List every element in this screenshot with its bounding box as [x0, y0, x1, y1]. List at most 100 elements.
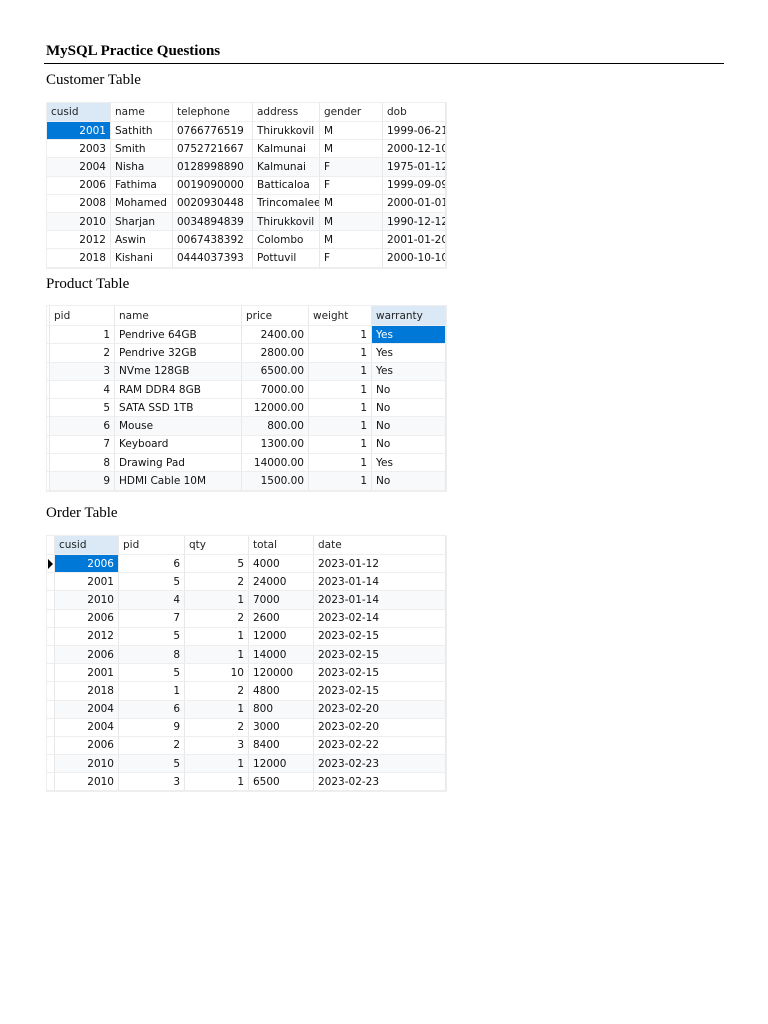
- cell-cusid[interactable]: 2010: [55, 755, 119, 773]
- cell-cusid[interactable]: 2012: [47, 231, 111, 249]
- table-row[interactable]: 2010 4 1 7000 2023-01-14: [47, 591, 446, 610]
- cell-dob[interactable]: 2000-10-10: [383, 249, 446, 267]
- cell-pid[interactable]: 8: [119, 645, 185, 664]
- cell-date[interactable]: 2023-02-15: [314, 682, 446, 700]
- cell-date[interactable]: 2023-02-22: [314, 736, 446, 755]
- table-row[interactable]: 2006 8 1 14000 2023-02-15: [47, 645, 446, 665]
- table-row[interactable]: 2001 Sathith 0766776519 Thirukkovil M 1999-06…: [47, 122, 446, 141]
- cell-gender[interactable]: F: [320, 249, 383, 267]
- column-header-name[interactable]: name: [111, 103, 173, 121]
- cell-weight[interactable]: 1: [309, 326, 372, 344]
- cell-name[interactable]: Pendrive 32GB: [115, 344, 242, 362]
- cell-address[interactable]: Kalmunai: [253, 158, 320, 176]
- cell-name[interactable]: Mouse: [115, 417, 242, 435]
- row-selector[interactable]: [47, 645, 55, 664]
- cell-pid[interactable]: 6: [119, 555, 185, 573]
- cell-pid[interactable]: 2: [50, 344, 115, 362]
- row-selector[interactable]: [47, 591, 55, 609]
- cell-dob[interactable]: 1990-12-12: [383, 212, 446, 231]
- cell-date[interactable]: 2023-02-15: [314, 627, 446, 645]
- row-selector[interactable]: [47, 380, 50, 399]
- cell-name[interactable]: Keyboard: [115, 435, 242, 454]
- cell-warranty[interactable]: Yes: [372, 344, 446, 362]
- cell-pid[interactable]: 4: [50, 380, 115, 399]
- cell-total[interactable]: 800: [249, 700, 314, 718]
- cell-pid[interactable]: 8: [50, 454, 115, 472]
- cell-qty[interactable]: 1: [185, 755, 249, 773]
- cell-name[interactable]: Kishani: [111, 249, 173, 267]
- row-selector[interactable]: [47, 609, 55, 627]
- cell-pid[interactable]: 5: [119, 627, 185, 645]
- table-row[interactable]: 2001 5 2 24000 2023-01-14: [47, 573, 446, 592]
- cell-dob[interactable]: 2000-12-10: [383, 140, 446, 158]
- cell-name[interactable]: Fathima: [111, 176, 173, 194]
- cell-telephone[interactable]: 0067438392: [173, 231, 253, 249]
- cell-pid[interactable]: 1: [119, 682, 185, 700]
- cell-address[interactable]: Batticaloa: [253, 176, 320, 194]
- cell-gender[interactable]: M: [320, 212, 383, 231]
- cell-cusid[interactable]: 2004: [47, 158, 111, 176]
- table-row[interactable]: 7 Keyboard 1300.00 1 No: [47, 435, 446, 455]
- cell-pid[interactable]: 7: [50, 435, 115, 454]
- cell-name[interactable]: SATA SSD 1TB: [115, 399, 242, 417]
- cell-total[interactable]: 14000: [249, 645, 314, 664]
- cell-telephone[interactable]: 0128998890: [173, 158, 253, 176]
- cell-address[interactable]: Kalmunai: [253, 140, 320, 158]
- cell-telephone[interactable]: 0019090000: [173, 176, 253, 194]
- column-header-price[interactable]: price: [242, 306, 309, 325]
- cell-warranty[interactable]: No: [372, 435, 446, 454]
- table-row[interactable]: 2012 5 1 12000 2023-02-15: [47, 627, 446, 646]
- cell-telephone[interactable]: 0752721667: [173, 140, 253, 158]
- cell-total[interactable]: 120000: [249, 664, 314, 682]
- cell-cusid[interactable]: 2001: [55, 664, 119, 682]
- table-row[interactable]: 2010 3 1 6500 2023-02-23: [47, 773, 446, 792]
- cell-price[interactable]: 14000.00: [242, 454, 309, 472]
- cell-dob[interactable]: 1975-01-12: [383, 158, 446, 176]
- column-header-total[interactable]: total: [249, 536, 314, 554]
- cell-weight[interactable]: 1: [309, 417, 372, 435]
- cell-weight[interactable]: 1: [309, 344, 372, 362]
- cell-pid[interactable]: 3: [119, 773, 185, 791]
- cell-pid[interactable]: 5: [119, 573, 185, 591]
- table-row[interactable]: 2008 Mohamed 0020930448 Trincomalee M 2000-01…: [47, 194, 446, 213]
- column-header-address[interactable]: address: [253, 103, 320, 121]
- cell-weight[interactable]: 1: [309, 472, 372, 490]
- cell-price[interactable]: 12000.00: [242, 399, 309, 417]
- cell-total[interactable]: 2600: [249, 609, 314, 627]
- row-selector[interactable]: [47, 362, 50, 380]
- cell-gender[interactable]: M: [320, 194, 383, 212]
- table-row[interactable]: 2006 2 3 8400 2023-02-22: [47, 736, 446, 756]
- cell-cusid[interactable]: 2006: [47, 176, 111, 194]
- cell-gender[interactable]: F: [320, 176, 383, 194]
- table-row[interactable]: 9 HDMI Cable 10M 1500.00 1 No: [47, 472, 446, 491]
- cell-warranty[interactable]: No: [372, 380, 446, 399]
- table-row[interactable]: 2018 Kishani 0444037393 Pottuvil F 2000-10-10: [47, 249, 446, 268]
- cell-dob[interactable]: 2001-01-20: [383, 231, 446, 249]
- row-selector[interactable]: [47, 700, 55, 718]
- cell-address[interactable]: Thirukkovil: [253, 212, 320, 231]
- cell-pid[interactable]: 4: [119, 591, 185, 609]
- cell-dob[interactable]: 1999-06-21: [383, 122, 446, 140]
- cell-name[interactable]: Mohamed: [111, 194, 173, 212]
- cell-price[interactable]: 7000.00: [242, 380, 309, 399]
- cell-pid[interactable]: 2: [119, 736, 185, 755]
- cell-pid[interactable]: 6: [119, 700, 185, 718]
- cell-qty[interactable]: 2: [185, 609, 249, 627]
- column-header-weight[interactable]: weight: [309, 306, 372, 325]
- cell-pid[interactable]: 3: [50, 362, 115, 380]
- table-row[interactable]: 2018 1 2 4800 2023-02-15: [47, 682, 446, 701]
- cell-dob[interactable]: 2000-01-01: [383, 194, 446, 212]
- row-selector[interactable]: [47, 736, 55, 755]
- cell-qty[interactable]: 1: [185, 591, 249, 609]
- row-selector[interactable]: [47, 664, 55, 682]
- cell-price[interactable]: 1500.00: [242, 472, 309, 490]
- cell-gender[interactable]: F: [320, 158, 383, 176]
- cell-dob[interactable]: 1999-09-09: [383, 176, 446, 194]
- cell-name[interactable]: RAM DDR4 8GB: [115, 380, 242, 399]
- table-row[interactable]: 5 SATA SSD 1TB 12000.00 1 No: [47, 399, 446, 418]
- cell-pid[interactable]: 1: [50, 326, 115, 344]
- cell-qty[interactable]: 2: [185, 573, 249, 591]
- row-selector[interactable]: [47, 555, 55, 573]
- cell-total[interactable]: 12000: [249, 755, 314, 773]
- cell-cusid[interactable]: 2004: [55, 700, 119, 718]
